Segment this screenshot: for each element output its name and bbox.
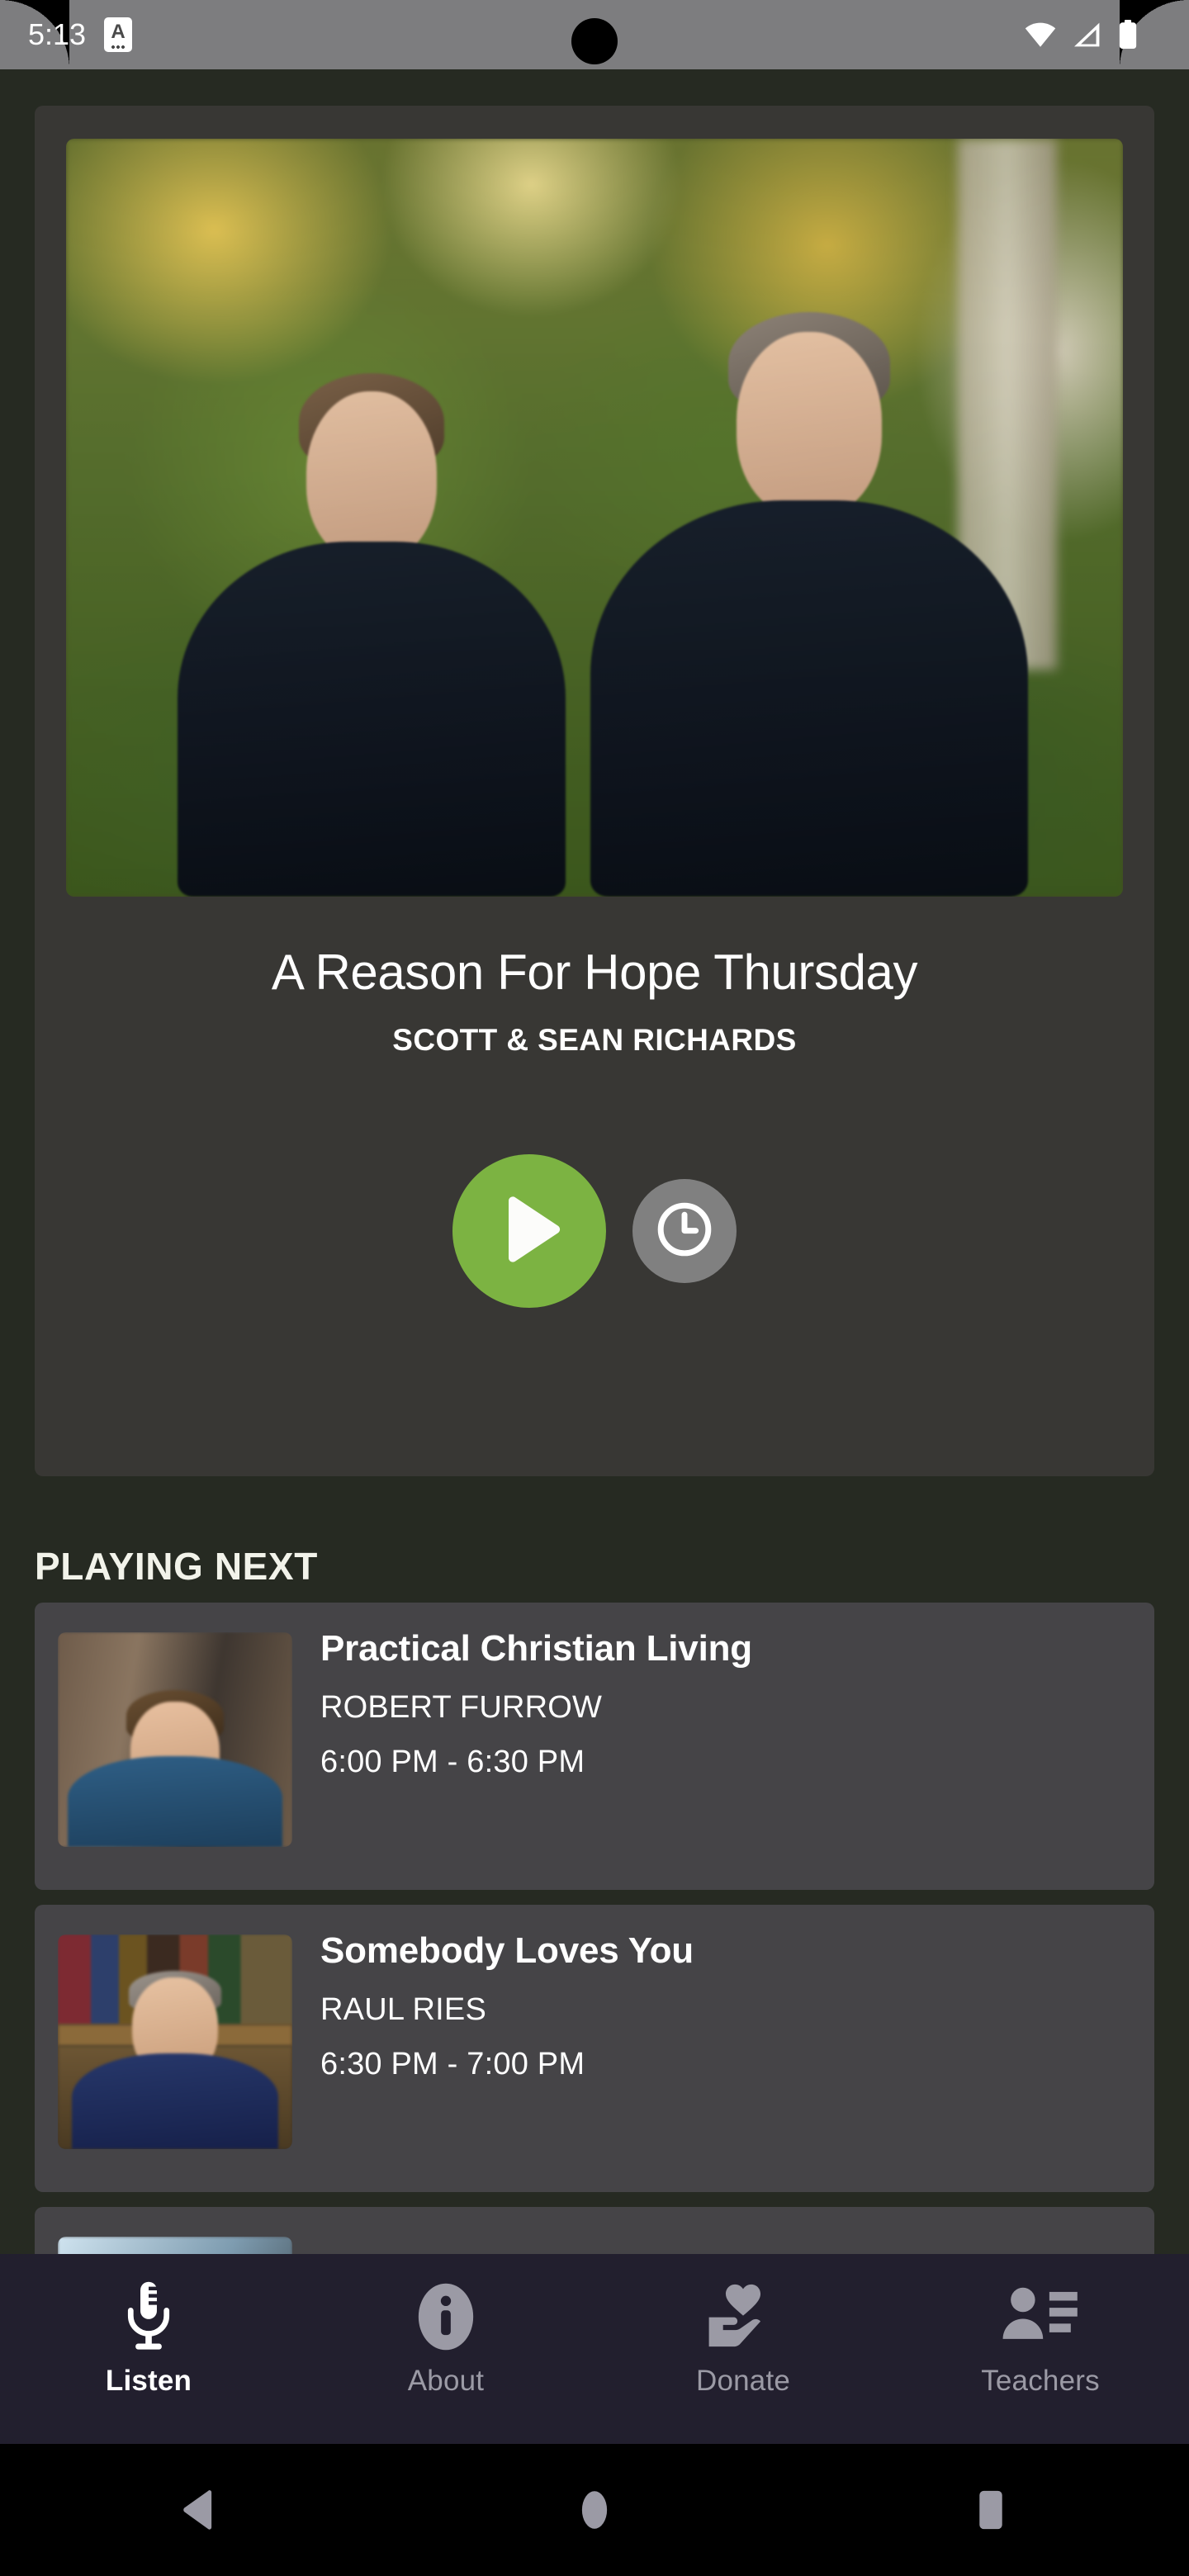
- tab-donate-label: Donate: [695, 2365, 791, 2397]
- notification-app-icon-dots: [111, 45, 126, 49]
- schedule-button[interactable]: [632, 1179, 737, 1283]
- scroll-content[interactable]: A Reason For Hope Thursday SCOTT & SEAN …: [0, 69, 1189, 2254]
- playing-next-header: PLAYING NEXT: [35, 1545, 318, 1588]
- recents-square-icon[interactable]: [925, 2444, 1057, 2576]
- notification-app-icon-letter: A: [111, 21, 126, 43]
- thumbnail-background: [58, 2237, 292, 2254]
- artwork-overlay: [66, 139, 1123, 897]
- status-bar-right: [1024, 0, 1138, 69]
- now-playing-card[interactable]: A Reason For Hope Thursday SCOTT & SEAN …: [35, 106, 1154, 1476]
- list-item-title: Practical Christian Living: [320, 1628, 752, 1669]
- thumbnail-body: [72, 2053, 278, 2149]
- list-item-thumbnail: [58, 1632, 292, 1847]
- show-host: SCOTT & SEAN RICHARDS: [392, 1023, 797, 1057]
- play-icon: [494, 1196, 565, 1267]
- tab-teachers-label: Teachers: [981, 2365, 1100, 2397]
- show-artwork-image: [66, 139, 1123, 897]
- tab-about-label: About: [407, 2365, 485, 2397]
- camera-punch-hole: [571, 18, 618, 64]
- cellular-signal-icon: [1072, 21, 1103, 48]
- notification-app-icon: A: [104, 17, 133, 52]
- home-circle-icon[interactable]: [528, 2444, 661, 2576]
- list-item-thumbnail: [58, 1934, 292, 2149]
- wifi-icon: [1024, 21, 1057, 48]
- person-list-icon: [1001, 2277, 1080, 2356]
- tab-listen-label: Listen: [105, 2365, 192, 2397]
- player-controls: [35, 1154, 1154, 1308]
- hand-heart-icon: [705, 2277, 781, 2356]
- list-item-author: ROBERT FURROW: [320, 1690, 603, 1725]
- list-item-text: Practical Christian Living ROBERT FURROW…: [320, 1631, 1154, 1778]
- list-item-text: Somebody Loves You RAUL RIES 6:30 PM - 7…: [320, 1930, 1154, 2081]
- tab-teachers[interactable]: Teachers: [892, 2254, 1189, 2395]
- clock-icon: [653, 1198, 716, 1265]
- list-item-title: Somebody Loves You: [320, 1930, 694, 1971]
- list-item-author: RAUL RIES: [320, 1992, 487, 2027]
- tab-listen[interactable]: Listen: [0, 2254, 297, 2395]
- app-screen: 5:13 A A Reason For Hope Thursday SCOTT …: [0, 0, 1189, 2576]
- microphone-icon: [119, 2277, 178, 2356]
- tab-donate[interactable]: Donate: [594, 2254, 892, 2395]
- playing-next-list: Practical Christian Living ROBERT FURROW…: [35, 1603, 1154, 2254]
- battery-icon: [1118, 20, 1138, 50]
- info-circle-icon: [414, 2277, 478, 2356]
- tab-about[interactable]: About: [297, 2254, 594, 2395]
- list-item-time: 6:30 PM - 7:00 PM: [320, 2047, 585, 2081]
- show-title: A Reason For Hope Thursday: [271, 945, 918, 1000]
- thumbnail-body: [68, 1756, 282, 1847]
- list-item[interactable]: [35, 2207, 1154, 2254]
- list-item-time: 6:00 PM - 6:30 PM: [320, 1745, 585, 1779]
- list-item[interactable]: Practical Christian Living ROBERT FURROW…: [35, 1603, 1154, 1890]
- bottom-tab-bar: Listen About Donate Teachers: [0, 2254, 1189, 2444]
- back-triangle-icon[interactable]: [132, 2444, 264, 2576]
- list-item[interactable]: Somebody Loves You RAUL RIES 6:30 PM - 7…: [35, 1905, 1154, 2192]
- status-bar-clock: 5:13: [28, 17, 87, 51]
- play-button[interactable]: [452, 1154, 606, 1308]
- status-bar-left: 5:13 A: [28, 0, 133, 69]
- android-navigation-bar: [0, 2444, 1189, 2576]
- list-item-thumbnail: [58, 2237, 292, 2254]
